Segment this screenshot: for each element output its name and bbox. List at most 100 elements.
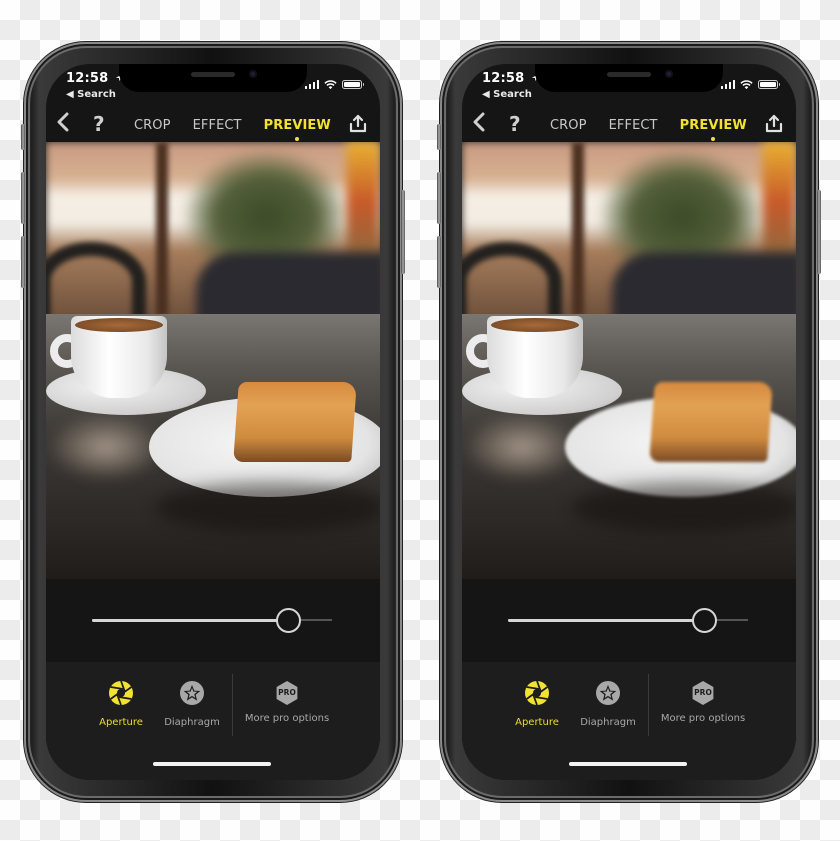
option-aperture-label: Aperture bbox=[515, 717, 559, 728]
front-camera bbox=[665, 70, 673, 78]
battery-icon bbox=[758, 80, 780, 89]
tab-effect[interactable]: EFFECT bbox=[193, 118, 242, 133]
status-indicators bbox=[304, 75, 364, 94]
wifi-icon bbox=[740, 75, 753, 94]
back-to-search-link[interactable]: ◀ Search bbox=[66, 89, 116, 100]
photo-bg-warmlight bbox=[346, 142, 380, 262]
volume-down-button bbox=[21, 236, 25, 288]
photo-bg-post bbox=[156, 142, 168, 317]
phone-screen: 12:58 ◀ Search ? CROP EFFECT PREVIEW Ape… bbox=[46, 64, 380, 780]
blur-slider-area bbox=[462, 579, 796, 662]
volume-up-button bbox=[21, 172, 25, 224]
back-to-search-link[interactable]: ◀ Search bbox=[482, 89, 532, 100]
diaphragm-star-icon bbox=[162, 680, 222, 710]
cellular-signal-icon bbox=[720, 80, 735, 89]
option-aperture[interactable]: Aperture bbox=[98, 680, 144, 728]
option-more-pro[interactable]: PRO More pro options bbox=[242, 680, 332, 724]
home-indicator[interactable] bbox=[569, 762, 687, 766]
option-diaphragm[interactable]: Diaphragm bbox=[162, 680, 222, 728]
effect-options-bar: Aperture Diaphragm PRO More pro options bbox=[462, 662, 796, 780]
phone-screen: 12:58 ◀ Search ? CROP EFFECT PREVIEW Ape… bbox=[462, 64, 796, 780]
photo-shadow bbox=[572, 482, 796, 532]
photo-preview[interactable] bbox=[462, 142, 796, 579]
tab-effect[interactable]: EFFECT bbox=[609, 118, 658, 133]
aperture-icon bbox=[514, 680, 560, 710]
pro-badge-text: PRO bbox=[278, 688, 296, 697]
silent-switch bbox=[437, 124, 441, 150]
photo-cake bbox=[233, 382, 357, 462]
pro-hexagon-icon: PRO bbox=[274, 680, 300, 706]
photo-table-highlight bbox=[46, 412, 166, 482]
option-aperture[interactable]: Aperture bbox=[514, 680, 560, 728]
tab-preview[interactable]: PREVIEW bbox=[264, 118, 331, 141]
speaker-grille bbox=[191, 72, 235, 77]
editor-toolbar: ? CROP EFFECT PREVIEW bbox=[46, 108, 380, 144]
notch bbox=[119, 64, 307, 92]
back-button[interactable] bbox=[56, 112, 70, 138]
power-button bbox=[817, 190, 821, 274]
share-button[interactable] bbox=[764, 114, 784, 138]
aperture-icon bbox=[98, 680, 144, 710]
cellular-signal-icon bbox=[304, 80, 319, 89]
photo-bg-chair-right bbox=[612, 252, 796, 322]
photo-cake bbox=[649, 382, 773, 462]
option-diaphragm-label: Diaphragm bbox=[580, 717, 636, 728]
photo-bg-warmlight bbox=[762, 142, 796, 262]
pro-badge-text: PRO bbox=[694, 688, 712, 697]
effect-options-bar: Aperture Diaphragm PRO More pro options bbox=[46, 662, 380, 780]
option-diaphragm[interactable]: Diaphragm bbox=[578, 680, 638, 728]
editor-tabs: CROP EFFECT PREVIEW bbox=[550, 118, 747, 141]
options-divider bbox=[232, 674, 233, 736]
photo-bg-chair-right bbox=[196, 252, 380, 322]
home-indicator[interactable] bbox=[153, 762, 271, 766]
help-button[interactable]: ? bbox=[93, 112, 105, 136]
phone-frame-right: 12:58 ◀ Search ? CROP EFFECT PREVIEW Ape… bbox=[437, 42, 821, 802]
photo-bg-chair-left bbox=[46, 242, 146, 322]
volume-down-button bbox=[437, 236, 441, 288]
tab-crop[interactable]: CROP bbox=[550, 118, 587, 133]
slider-thumb[interactable] bbox=[692, 608, 718, 633]
share-icon bbox=[765, 114, 783, 133]
photo-coffee bbox=[75, 318, 163, 332]
tab-preview[interactable]: PREVIEW bbox=[680, 118, 747, 141]
clock-text: 12:58 bbox=[66, 71, 109, 86]
status-time: 12:58 bbox=[482, 71, 539, 86]
wifi-icon bbox=[324, 75, 337, 94]
options-divider bbox=[648, 674, 649, 736]
phone-frame-left: 12:58 ◀ Search ? CROP EFFECT PREVIEW Ape… bbox=[21, 42, 405, 802]
option-more-pro-label: More pro options bbox=[244, 713, 330, 724]
photo-table-highlight bbox=[462, 412, 582, 482]
status-indicators bbox=[720, 75, 780, 94]
clock-text: 12:58 bbox=[482, 71, 525, 86]
tab-crop[interactable]: CROP bbox=[134, 118, 171, 133]
slider-thumb[interactable] bbox=[276, 608, 302, 633]
blur-slider-area bbox=[46, 579, 380, 662]
photo-bg-post bbox=[572, 142, 584, 317]
back-button[interactable] bbox=[472, 112, 486, 138]
editor-tabs: CROP EFFECT PREVIEW bbox=[134, 118, 331, 141]
option-aperture-label: Aperture bbox=[99, 717, 143, 728]
diaphragm-star-icon bbox=[578, 680, 638, 710]
photo-coffee bbox=[491, 318, 579, 332]
option-more-pro[interactable]: PRO More pro options bbox=[658, 680, 748, 724]
editor-toolbar: ? CROP EFFECT PREVIEW bbox=[462, 108, 796, 144]
volume-up-button bbox=[437, 172, 441, 224]
notch bbox=[535, 64, 723, 92]
photo-shadow bbox=[156, 482, 380, 532]
silent-switch bbox=[21, 124, 25, 150]
share-button[interactable] bbox=[348, 114, 368, 138]
speaker-grille bbox=[607, 72, 651, 77]
front-camera bbox=[249, 70, 257, 78]
power-button bbox=[401, 190, 405, 274]
slider-track-filled bbox=[508, 619, 705, 622]
slider-track-filled bbox=[92, 619, 289, 622]
help-button[interactable]: ? bbox=[509, 112, 521, 136]
option-diaphragm-label: Diaphragm bbox=[164, 717, 220, 728]
option-more-pro-label: More pro options bbox=[660, 713, 746, 724]
photo-bg-chair-left bbox=[462, 242, 562, 322]
photo-preview[interactable] bbox=[46, 142, 380, 579]
status-time: 12:58 bbox=[66, 71, 123, 86]
share-icon bbox=[349, 114, 367, 133]
battery-icon bbox=[342, 80, 364, 89]
pro-hexagon-icon: PRO bbox=[690, 680, 716, 706]
